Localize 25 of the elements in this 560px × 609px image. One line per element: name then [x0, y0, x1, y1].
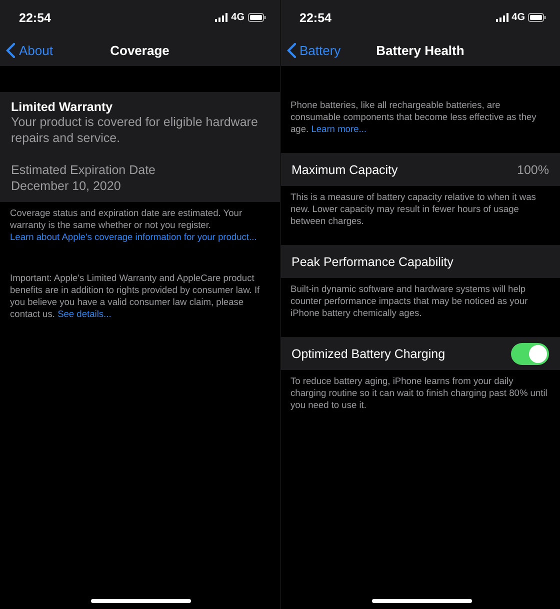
row-label: Peak Performance Capability — [292, 254, 454, 268]
status-time: 22:54 — [300, 10, 332, 24]
footnote: Important: Apple's Limited Warranty and AppleCare product benefits are in addition to rights provided by consumer law. If you believe you have a valid consumer law claim, please contact us. See details... — [9, 272, 261, 321]
link[interactable]: Learn more... — [311, 124, 366, 134]
back-button[interactable]: Battery — [286, 43, 341, 58]
network-label: 4G — [231, 12, 244, 23]
nav-title: Coverage — [110, 43, 170, 58]
footnote: This is a measure of battery capacity relative to when it was new. Lower capacity may result in fewer hours of usage between charges. — [290, 191, 537, 228]
footnote: Phone batteries, like all rechargeable batteries, are consumable components that become less effective as they age. Learn more... — [290, 99, 538, 136]
date-value: December 10, 2020 — [11, 178, 122, 194]
date-label: Estimated Expiration Date — [11, 162, 157, 178]
link[interactable]: See details... — [58, 309, 112, 319]
nav-title: Battery Health — [376, 43, 464, 58]
footnote: To reduce battery aging, iPhone learns from your daily charging routine so it can wait to finish charging past 80% until you need to use it. — [290, 375, 548, 412]
row-label: Maximum Capacity — [292, 162, 398, 176]
row-value: 100% — [517, 162, 549, 176]
network-label: 4G — [512, 12, 525, 23]
link[interactable]: Learn about Apple's coverage information for your product... — [10, 232, 257, 242]
card-title: Limited Warranty — [11, 100, 114, 114]
back-button[interactable]: About — [6, 43, 53, 58]
footnote: Built-in dynamic software and hardware systems will help counter performance impacts that may be noticed as your iPhone battery chemically ages. — [290, 283, 529, 320]
row-label: Optimized Battery Charging — [292, 346, 446, 360]
footnote: Coverage status and expiration date are estimated. Your warranty is the same whether or not you register. Learn about Apple's coverage information for your product... — [9, 207, 258, 244]
status-time: 22:54 — [19, 10, 51, 24]
card-text: Your product is covered for eligible hardware repairs and service. — [11, 114, 259, 146]
